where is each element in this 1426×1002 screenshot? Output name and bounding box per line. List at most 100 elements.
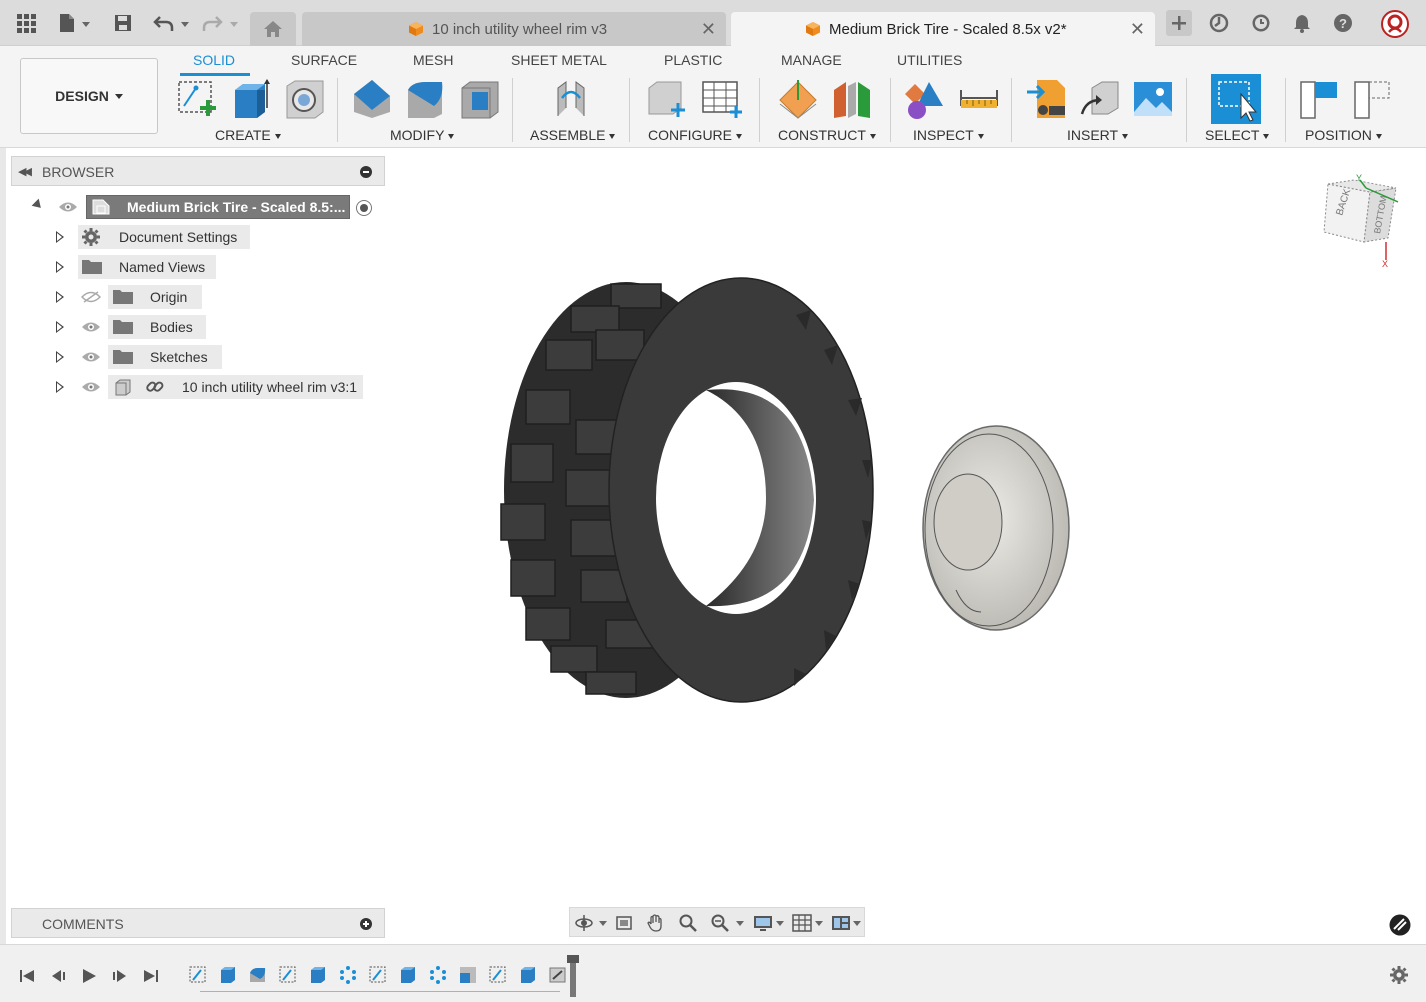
expand-chevron-icon[interactable] (56, 231, 64, 243)
group-modify-label[interactable]: MODIFY (390, 127, 455, 143)
group-configure-label[interactable]: CONFIGURE (648, 127, 742, 143)
user-avatar[interactable] (1381, 10, 1409, 38)
timeline-extrude-icon[interactable] (398, 965, 418, 985)
timeline-extrude-icon[interactable] (518, 965, 538, 985)
timeline-scale-icon[interactable] (458, 965, 478, 985)
job-status-icon[interactable] (1208, 12, 1230, 34)
expand-chevron-icon[interactable] (56, 261, 64, 273)
revolve-icon[interactable] (283, 78, 327, 120)
workspace-switcher-button[interactable]: DESIGN (20, 58, 158, 134)
play-icon[interactable] (80, 967, 98, 985)
display-dropdown-caret-icon[interactable] (776, 921, 784, 926)
visibility-eye-icon[interactable] (81, 381, 101, 393)
close-tab-icon[interactable]: ✕ (1130, 20, 1145, 38)
wheel-rim[interactable] (922, 425, 1070, 631)
hidden-eye-icon[interactable] (81, 291, 101, 303)
timeline-fillet-icon[interactable] (248, 965, 268, 985)
group-inspect-label[interactable]: INSPECT (913, 127, 984, 143)
tab-plastic[interactable]: PLASTIC (664, 52, 722, 68)
viewports-icon[interactable] (831, 914, 851, 932)
timeline-marker[interactable] (567, 955, 579, 997)
group-position-label[interactable]: POSITION (1305, 127, 1382, 143)
tab-utilities[interactable]: UTILITIES (897, 52, 962, 68)
fillet-icon[interactable] (404, 78, 448, 120)
capture-position-icon[interactable] (1297, 78, 1341, 120)
expand-chevron-icon[interactable] (56, 321, 64, 333)
timeline-pattern-icon[interactable] (338, 965, 358, 985)
joint-icon[interactable] (550, 78, 594, 120)
measure-icon[interactable] (957, 78, 1001, 120)
timeline-extrude-icon[interactable] (308, 965, 328, 985)
app-grid-icon[interactable] (15, 12, 37, 34)
visibility-eye-icon[interactable] (81, 321, 101, 333)
group-create-label[interactable]: CREATE (215, 127, 281, 143)
timeline-sketch-icon[interactable] (368, 965, 388, 985)
close-tab-icon[interactable]: ✕ (701, 20, 716, 38)
extrude-icon[interactable] (229, 78, 273, 120)
document-tab-wheel-rim[interactable]: 10 inch utility wheel rim v3 ✕ (302, 12, 726, 46)
grid-settings-icon[interactable] (792, 914, 812, 932)
file-dropdown-caret-icon[interactable] (82, 22, 90, 27)
tab-mesh[interactable]: MESH (413, 52, 453, 68)
group-insert-label[interactable]: INSERT (1067, 127, 1129, 143)
visibility-eye-icon[interactable] (81, 351, 101, 363)
comments-panel-header[interactable]: COMMENTS (11, 908, 385, 938)
timeline-sketch-icon[interactable] (278, 965, 298, 985)
insert-svg-icon[interactable] (1025, 78, 1069, 120)
group-assemble-label[interactable]: ASSEMBLE (530, 127, 616, 143)
configuration-table-icon[interactable] (700, 78, 744, 120)
shell-icon[interactable] (458, 78, 502, 120)
notification-bell-icon[interactable] (1291, 12, 1313, 34)
collapse-panel-icon[interactable]: ◀◀ (18, 165, 32, 178)
go-to-end-icon[interactable] (142, 967, 160, 985)
display-settings-icon[interactable] (753, 914, 773, 932)
pan-hand-icon[interactable] (646, 914, 666, 932)
browser-panel-header[interactable]: ◀◀ BROWSER (11, 156, 385, 186)
tab-sheet-metal[interactable]: SHEET METAL (511, 52, 607, 68)
home-tab[interactable] (250, 12, 296, 46)
save-icon[interactable] (112, 12, 134, 34)
fit-zoom-icon[interactable] (710, 914, 730, 932)
look-at-icon[interactable] (614, 914, 634, 932)
grid-dropdown-caret-icon[interactable] (815, 921, 823, 926)
add-comment-icon[interactable] (360, 918, 372, 930)
timeline-sketch-icon[interactable] (188, 965, 208, 985)
timeline-settings-gear-icon[interactable] (1389, 965, 1409, 985)
timeline-link-component-icon[interactable] (548, 965, 568, 985)
tab-solid[interactable]: SOLID (193, 52, 235, 68)
viewports-dropdown-caret-icon[interactable] (853, 921, 861, 926)
select-tool-icon[interactable] (1211, 74, 1261, 124)
tab-manage[interactable]: MANAGE (781, 52, 842, 68)
fusion-badge-icon[interactable] (1389, 914, 1411, 936)
step-forward-icon[interactable] (111, 967, 129, 985)
redo-icon[interactable] (201, 12, 223, 34)
new-tab-button[interactable] (1166, 10, 1192, 36)
view-cube[interactable]: BACK BOTTOM Y X (1318, 172, 1408, 268)
timeline-extrude-icon[interactable] (218, 965, 238, 985)
activate-radio-icon[interactable] (355, 199, 373, 217)
expand-chevron-icon[interactable] (56, 351, 64, 363)
tab-surface[interactable]: SURFACE (291, 52, 357, 68)
visibility-eye-icon[interactable] (58, 201, 78, 213)
timeline-sketch-icon[interactable] (488, 965, 508, 985)
browser-root-item[interactable]: Medium Brick Tire - Scaled 8.5:... (86, 195, 350, 219)
help-icon[interactable]: ? (1332, 12, 1354, 34)
redo-dropdown-caret-icon[interactable] (230, 22, 238, 27)
go-to-start-icon[interactable] (18, 967, 36, 985)
zoom-icon[interactable] (678, 914, 698, 932)
group-select-label[interactable]: SELECT (1205, 127, 1270, 143)
press-pull-icon[interactable] (350, 78, 394, 120)
configure-parameter-icon[interactable] (645, 78, 689, 120)
group-construct-label[interactable]: CONSTRUCT (778, 127, 876, 143)
create-sketch-icon[interactable] (176, 78, 220, 120)
tire-body[interactable] (500, 277, 874, 703)
model-render[interactable] (490, 273, 1090, 713)
clock-history-icon[interactable] (1250, 12, 1272, 34)
expand-chevron-icon[interactable] (56, 291, 64, 303)
zoom-dropdown-caret-icon[interactable] (736, 921, 744, 926)
undo-icon[interactable] (153, 12, 175, 34)
revert-position-icon[interactable] (1351, 78, 1395, 120)
step-back-icon[interactable] (49, 967, 67, 985)
midplane-icon[interactable] (830, 78, 874, 120)
canvas-image-icon[interactable] (1132, 78, 1176, 120)
